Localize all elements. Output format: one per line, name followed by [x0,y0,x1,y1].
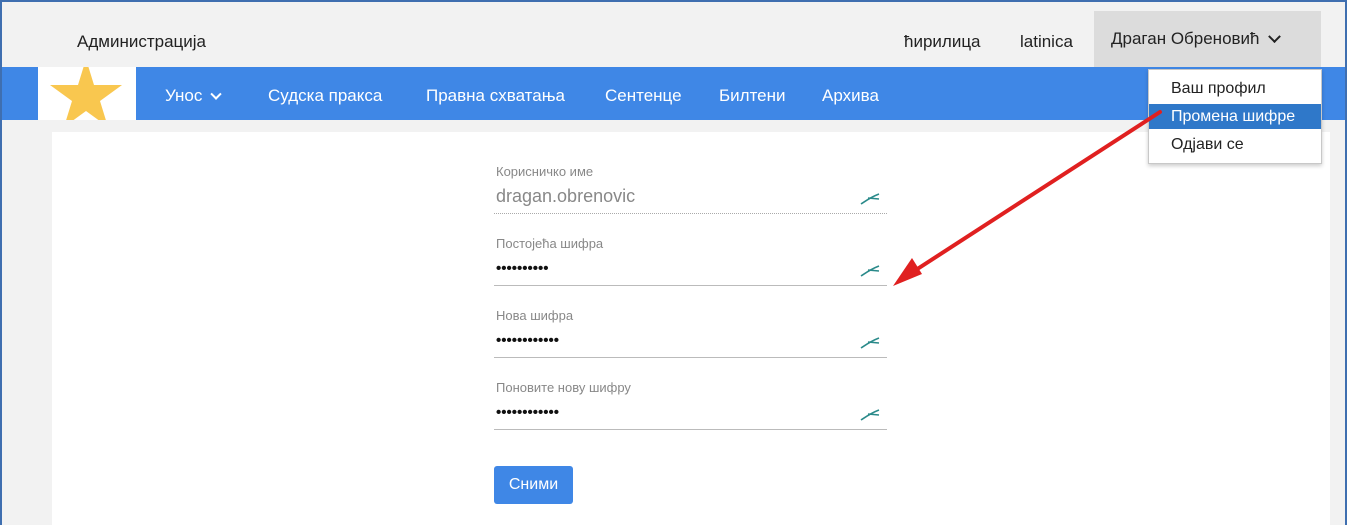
chevron-down-icon [1267,29,1281,43]
lang-cyrillic-link[interactable]: ћирилица [904,32,981,52]
reveal-icon[interactable] [859,408,881,422]
reveal-icon[interactable] [859,336,881,350]
admin-link[interactable]: Администрација [77,32,206,52]
new-password-label: Нова шифра [496,308,574,323]
nav-item-label: Унос [165,86,203,105]
user-name: Драган Обреновић [1111,29,1260,48]
menu-item-logout[interactable]: Одјави се [1149,132,1321,157]
repeat-password-field[interactable]: Поновите нову шифру •••••••••••• [494,378,887,430]
menu-item-profile[interactable]: Ваш профил [1149,76,1321,101]
username-label: Корисничко име [496,164,594,179]
star-logo[interactable] [38,67,136,120]
current-password-input[interactable]: •••••••••• [496,260,549,277]
current-password-label: Постојећа шифра [496,236,604,251]
new-password-input[interactable]: •••••••••••• [496,332,559,349]
nav-item-pravna-shvatanja[interactable]: Правна схватања [426,86,565,106]
menu-item-change-password[interactable]: Промена шифре [1149,104,1321,129]
reveal-icon[interactable] [859,264,881,278]
reveal-icon[interactable] [859,192,881,206]
main-nav: Унос Судска пракса Правна схватања Сенте… [2,67,1345,120]
new-password-field[interactable]: Нова шифра •••••••••••• [494,306,887,358]
lang-latin-link[interactable]: latinica [1020,32,1073,52]
save-button[interactable]: Сними [494,466,573,504]
nav-item-arhiva[interactable]: Архива [822,86,879,106]
username-value: dragan.obrenovic [496,186,636,206]
current-password-field[interactable]: Постојећа шифра •••••••••• [494,234,887,286]
chevron-down-icon [210,88,223,100]
repeat-password-label: Поновите нову шифру [496,380,631,395]
nav-item-sentence[interactable]: Сентенце [605,86,682,106]
user-dropdown-menu: Ваш профил Промена шифре Одјави се [1148,69,1322,164]
nav-item-bilteni[interactable]: Билтени [719,86,786,106]
user-menu-button[interactable]: Драган Обреновић [1094,11,1321,67]
repeat-password-input[interactable]: •••••••••••• [496,404,559,421]
nav-item-unos[interactable]: Унос [165,86,223,106]
main-content: Корисничко име dragan.obrenovic Постојећ… [52,132,1330,525]
nav-item-sudska-praksa[interactable]: Судска пракса [268,86,382,106]
username-field: Корисничко име dragan.obrenovic [494,162,887,214]
